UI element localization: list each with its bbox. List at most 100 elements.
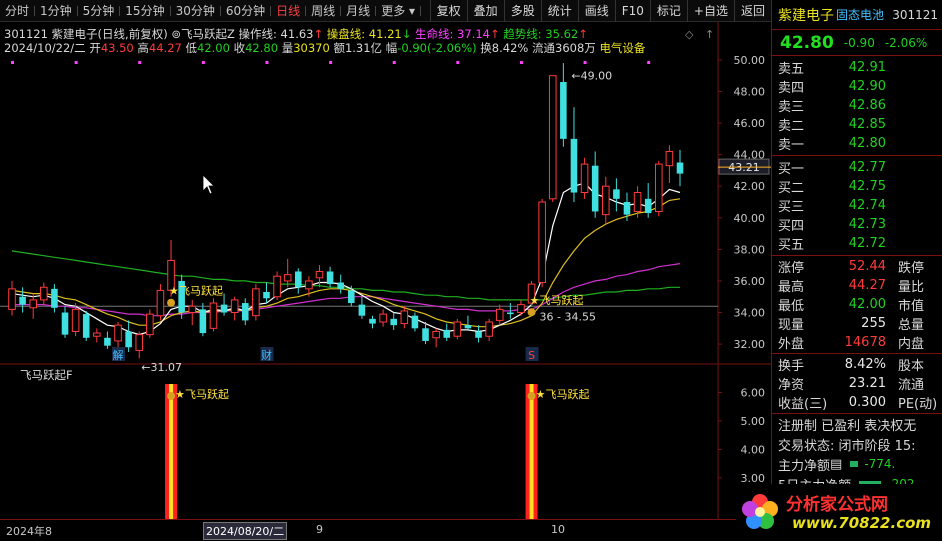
bid-label: 买一 [778, 162, 805, 177]
signal-bar-core [529, 384, 534, 519]
price-axis-label: 46.00 [734, 117, 766, 130]
sub-axis-label: 3.00 [741, 472, 766, 485]
star-icon: ★ [175, 388, 185, 401]
main-flow-value: -774. [864, 457, 896, 471]
candle-body [432, 330, 440, 339]
marker-dot [519, 61, 523, 64]
candle-body [665, 150, 674, 167]
period-tab-daily[interactable]: 日线 [271, 0, 307, 22]
close-label: 收 [233, 41, 246, 55]
open-value: 43.50 [100, 41, 134, 55]
candle-body [601, 185, 610, 216]
bid-price: 42.73 [848, 217, 886, 232]
period-tab-60min[interactable]: 60分钟 [221, 0, 272, 22]
period-tab-1min[interactable]: 1分钟 [35, 0, 78, 22]
stock-concept-link[interactable]: 固态电池 [836, 6, 884, 23]
candle-body [379, 313, 387, 323]
candle-body [538, 201, 546, 284]
marker-dot [392, 61, 396, 64]
period-tab-monthly[interactable]: 月线 [341, 0, 377, 22]
bid-price: 42.75 [848, 179, 886, 194]
stock-name: 紫建电子 [778, 7, 834, 24]
stat-label: 净资 [778, 378, 805, 393]
back-button[interactable]: 返回 [733, 0, 771, 22]
candle-body [655, 163, 663, 212]
ask-row[interactable]: 卖二 42.85 [772, 115, 942, 134]
price-axis-label: 36.00 [734, 275, 766, 288]
price-change-pct: -2.06% [884, 35, 928, 50]
price-axis-label: 34.00 [734, 307, 766, 320]
ask-row[interactable]: 卖四 42.90 [772, 77, 942, 96]
amp-label: 幅 [385, 41, 398, 55]
kline-chart[interactable]: 50.0048.0046.0044.0042.0040.0038.0036.00… [0, 22, 771, 519]
stock-code: 301121 [892, 7, 938, 22]
stat-label: 最低 [778, 299, 805, 314]
trade-state-row: 交易状态: 闭市阶段 15: [778, 438, 916, 454]
mark-button[interactable]: 标记 [649, 0, 687, 22]
period-more-label: 更多 [381, 3, 406, 18]
stat-row: 最低 42.00 市值 [772, 295, 942, 314]
stat-label: 现量 [778, 318, 805, 333]
last-price: 42.80 [780, 32, 834, 53]
candle-body [422, 328, 429, 341]
period-tab-15min[interactable]: 15分钟 [120, 0, 171, 22]
draw-line-button[interactable]: 画线 [577, 0, 615, 22]
candle-body [82, 314, 90, 338]
bid-row[interactable]: 买二 42.75 [772, 177, 942, 196]
stat-label-2: PE(动) [898, 397, 938, 412]
period-tab-weekly[interactable]: 周线 [306, 0, 342, 22]
candle-body [337, 282, 344, 289]
candle-body [61, 312, 69, 335]
add-watchlist-button[interactable]: +自选 [686, 0, 734, 22]
stat-label-2: 跌停 [898, 261, 925, 276]
chart-area[interactable]: 50.00 48.00 46.00 44.00 42.00 40.00 38.00 36.00… [0, 22, 771, 541]
marker-dot [583, 61, 587, 64]
bid-row[interactable]: 买四 42.73 [772, 215, 942, 234]
stat-label-2: 总量 [898, 318, 925, 333]
overlay-button[interactable]: 叠加 [466, 0, 504, 22]
ask-row[interactable]: 卖五 42.91 [772, 58, 942, 77]
candle-body [263, 292, 270, 299]
arrow-up-icon: ↑ [578, 27, 588, 41]
date-label-aug: 2024年8 [6, 525, 52, 538]
period-tab-timeshare[interactable]: 分时 [0, 0, 36, 22]
multi-stock-button[interactable]: 多股 [503, 0, 541, 22]
main-flow-row[interactable]: 主力净额 ▤ -774. [772, 454, 942, 474]
candle-body [548, 75, 557, 200]
ask-row[interactable]: 卖三 42.86 [772, 96, 942, 115]
candle-body [453, 321, 462, 337]
period-tab-30min[interactable]: 30分钟 [171, 0, 222, 22]
bid-price: 42.74 [848, 198, 886, 213]
candle-body [633, 192, 642, 212]
price-line: 42.80 -0.90 -2.06% [772, 30, 942, 56]
stat-label-2: 市值 [898, 299, 925, 314]
star-icon: ★ [169, 285, 179, 298]
ask-label: 卖二 [778, 119, 805, 134]
period-tab-5min[interactable]: 5分钟 [78, 0, 121, 22]
candle-body [29, 299, 37, 309]
chevron-down-icon: ▾ [405, 3, 416, 18]
bid-row[interactable]: 买三 42.74 [772, 196, 942, 215]
event-finance-marker: 财 [261, 348, 272, 362]
bid-label: 买五 [778, 238, 805, 253]
period-tab-more[interactable]: 更多 ▾ [376, 0, 421, 22]
star-icon: ★ [536, 388, 546, 401]
adjust-button[interactable]: 复权 [429, 0, 467, 22]
bid-book: 买一 42.77 买二 42.75 买三 42.74 买四 42.73 买五 42.72 [772, 156, 942, 256]
bid-row[interactable]: 买一 42.77 [772, 158, 942, 177]
price-axis-label: 48.00 [734, 85, 766, 98]
event-s-marker: S [528, 349, 535, 362]
f10-button[interactable]: F10 [614, 0, 650, 22]
candle-body [570, 138, 578, 193]
marker-dot [11, 61, 14, 64]
low-price-annotation: ←31.07 [141, 361, 182, 374]
amount-value: 1.31亿 [344, 41, 383, 55]
candle-body [220, 304, 228, 313]
arrow-up-icon: ↑ [313, 27, 324, 41]
stat-label: 外盘 [778, 337, 805, 352]
statistics-button[interactable]: 统计 [540, 0, 578, 22]
stats-block-2: 换手 8.42% 股本 净资 23.21 流通 收益(三) 0.300 PE(动) [772, 354, 942, 414]
ask-row[interactable]: 卖一 42.80 [772, 134, 942, 153]
bid-row[interactable]: 买五 42.72 [772, 234, 942, 253]
stock-title-text: 301121 紫建电子(日线,前复权) [4, 27, 168, 41]
